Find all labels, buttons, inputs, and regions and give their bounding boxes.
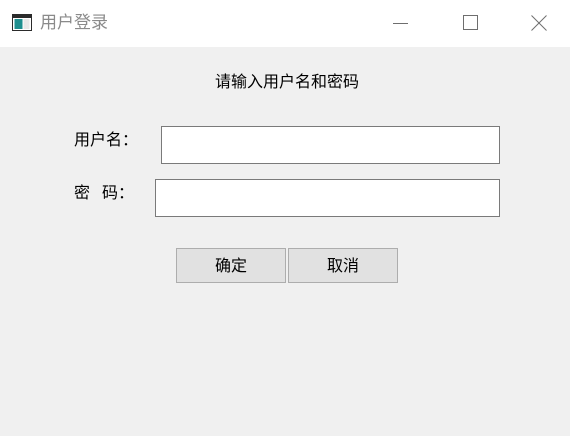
username-input[interactable] [161, 126, 500, 164]
password-input[interactable] [155, 179, 500, 217]
maximize-button[interactable] [436, 0, 506, 47]
password-label-part2: 码： [102, 183, 135, 202]
maximize-icon [463, 15, 478, 30]
cancel-button[interactable]: 取消 [288, 248, 398, 283]
password-label: 密码： [74, 182, 134, 204]
title-bar[interactable]: 用户登录 [0, 0, 570, 47]
window-title: 用户登录 [40, 13, 108, 33]
close-button[interactable] [506, 0, 570, 47]
login-prompt: 请输入用户名和密码 [0, 70, 570, 94]
password-label-part1: 密 [74, 183, 91, 202]
app-icon [12, 14, 32, 31]
minimize-icon [393, 23, 408, 24]
minimize-button[interactable] [366, 0, 436, 47]
login-window: 用户登录 请输入用户名和密码 用户名： 密码： 确定 取消 [0, 0, 570, 436]
close-icon [531, 15, 547, 31]
login-prompt-text: 请输入用户名和密码 [214, 72, 359, 91]
ok-button[interactable]: 确定 [176, 248, 286, 283]
username-label: 用户名： [74, 130, 139, 149]
